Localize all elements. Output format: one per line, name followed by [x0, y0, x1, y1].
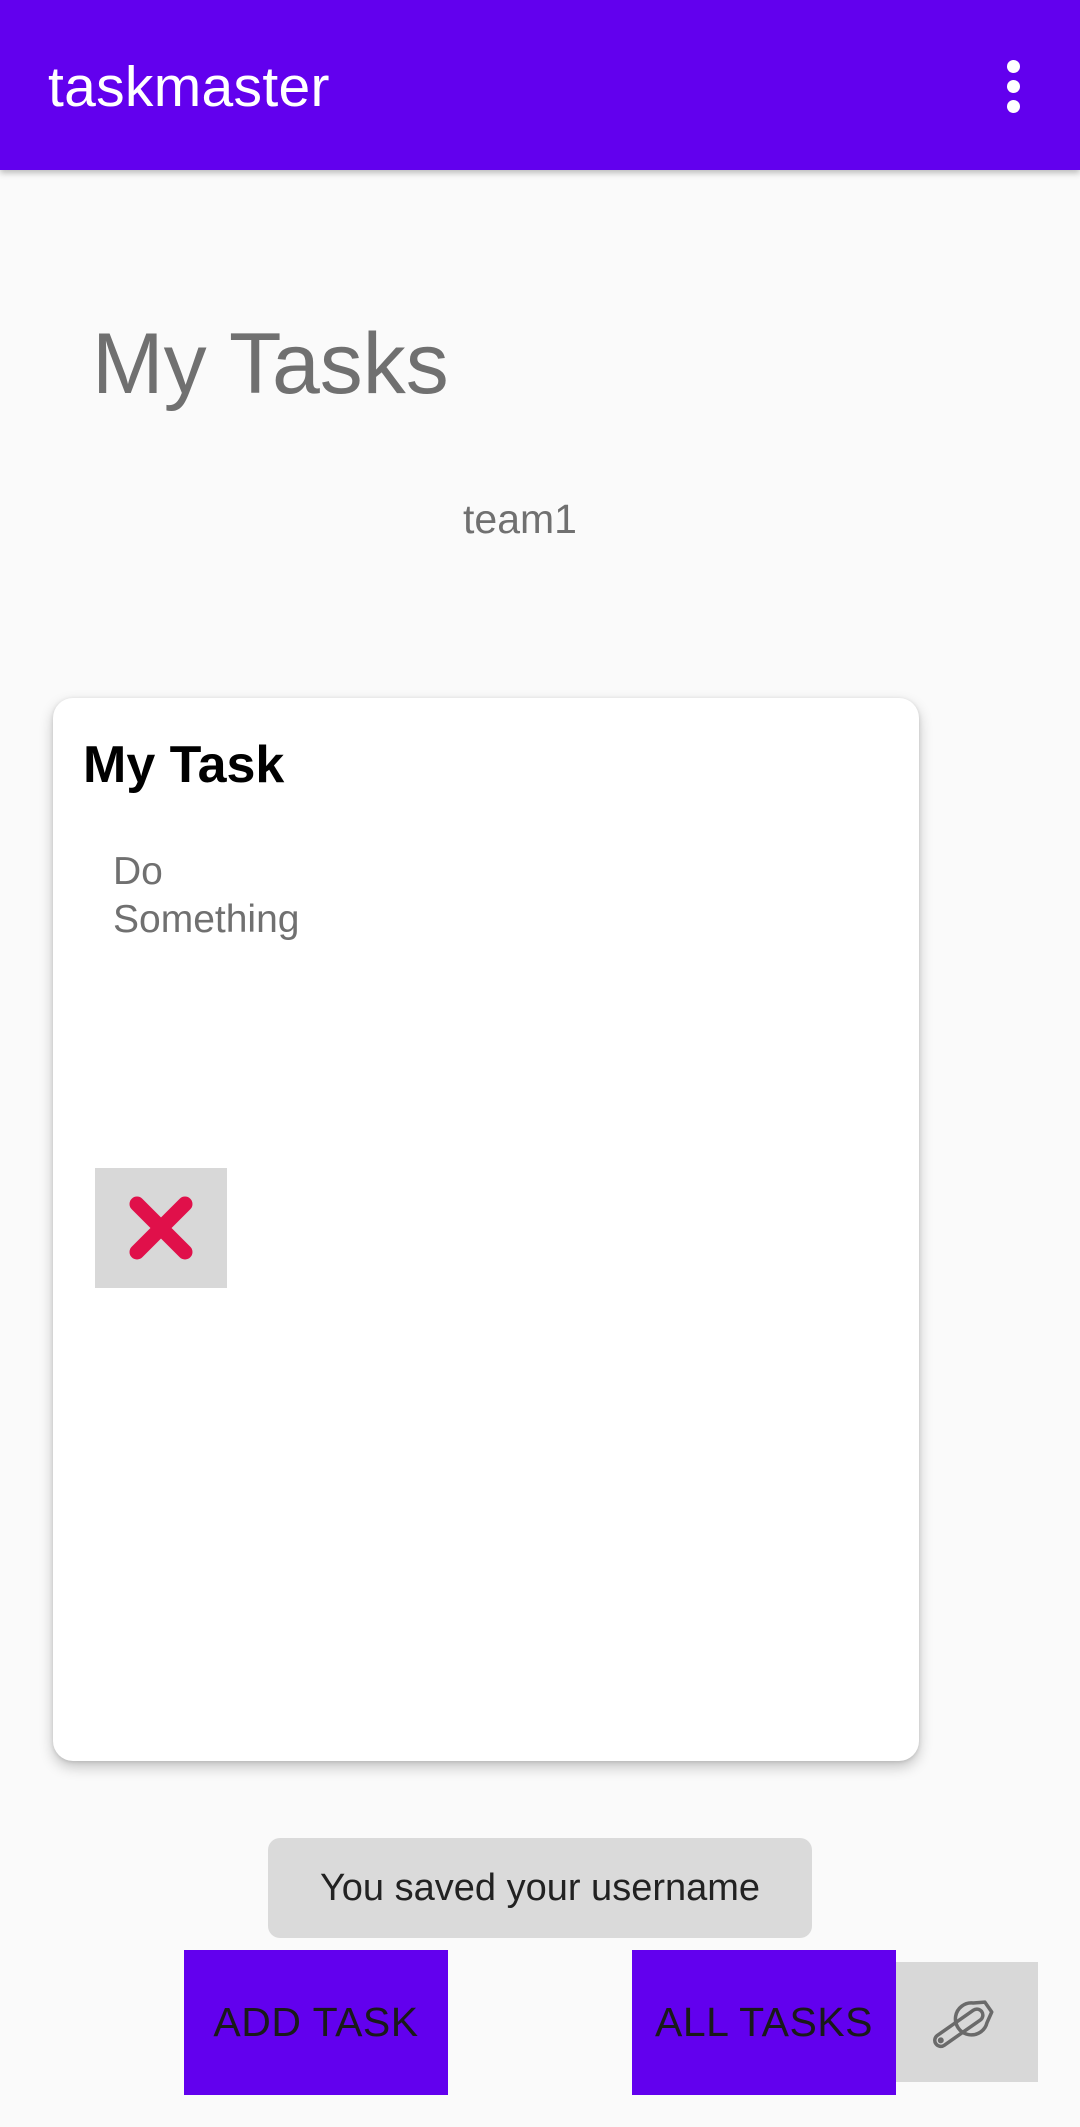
wrench-icon [933, 2000, 994, 2049]
all-tasks-button[interactable]: ALL TASKS [632, 1950, 896, 2095]
app-title: taskmaster [48, 55, 330, 119]
team-name: team1 [463, 496, 577, 542]
add-task-button[interactable]: ADD TASK [184, 1950, 448, 2095]
more-vert-icon [1007, 60, 1020, 73]
overflow-menu-button[interactable] [990, 56, 1038, 116]
task-body: Do Something [113, 850, 300, 941]
more-vert-icon-dot [1007, 80, 1020, 93]
more-vert-icon-dot [1007, 100, 1020, 113]
task-title: My Task [83, 736, 285, 794]
delete-task-button[interactable] [95, 1168, 227, 1288]
app-bar: taskmaster [0, 0, 1080, 170]
settings-button[interactable] [896, 1962, 1038, 2082]
toast-message: You saved your username [268, 1838, 812, 1938]
task-card[interactable]: My Task Do Something [53, 698, 919, 1761]
close-x-icon [129, 1196, 193, 1260]
page-title: My Tasks [92, 316, 449, 412]
